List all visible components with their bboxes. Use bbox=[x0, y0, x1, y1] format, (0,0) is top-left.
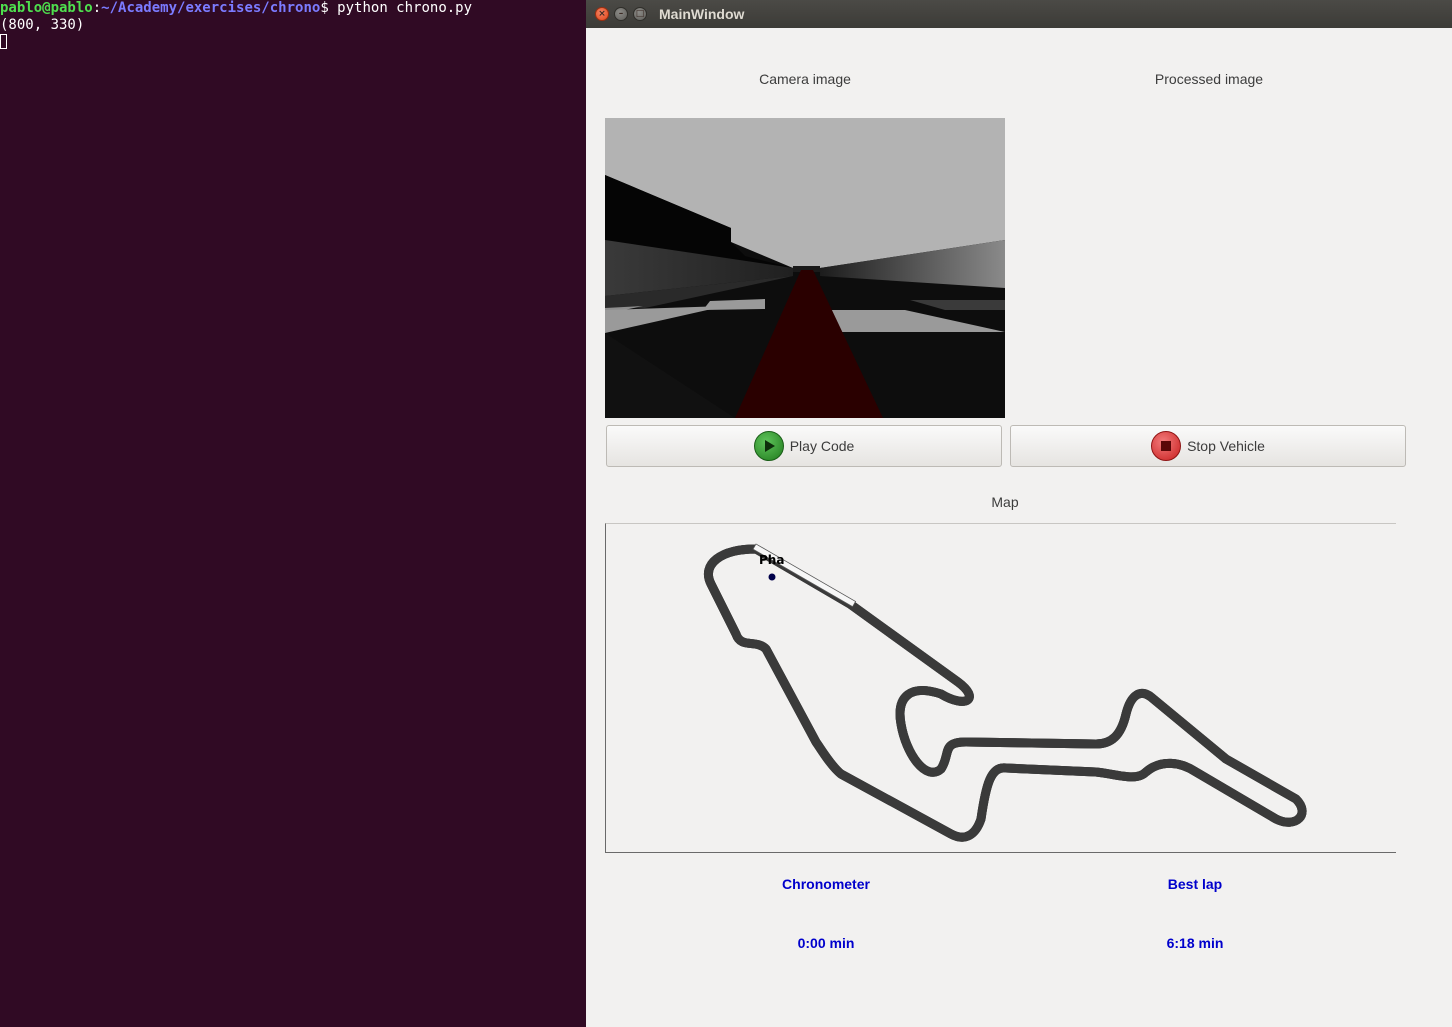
camera-view-graphic bbox=[605, 118, 1005, 418]
chronometer-value: 0:00 min bbox=[797, 935, 855, 951]
prompt-user: pablo@pablo bbox=[0, 0, 93, 16]
maximize-icon: □ bbox=[635, 9, 645, 19]
window-minimize-button[interactable]: – bbox=[614, 7, 628, 21]
processed-image-label: Processed image bbox=[1154, 71, 1264, 87]
terminal-command: python chrono.py bbox=[337, 0, 473, 16]
map-label: Map bbox=[991, 494, 1019, 510]
terminal-window[interactable]: pablo@pablo:~/Academy/exercises/chrono$ … bbox=[0, 0, 585, 1027]
minimize-icon: – bbox=[618, 9, 624, 19]
car-marker bbox=[768, 573, 776, 581]
car-label: Pha bbox=[759, 553, 784, 567]
best-lap-value: 6:18 min bbox=[1166, 935, 1224, 951]
prompt-end: $ bbox=[320, 0, 338, 16]
track-map: Pha bbox=[606, 543, 1397, 854]
terminal-command-line: pablo@pablo:~/Academy/exercises/chrono$ … bbox=[0, 0, 585, 17]
prompt-separator: : bbox=[92, 0, 102, 16]
camera-image-label: Camera image bbox=[759, 71, 851, 87]
chronometer-label: Chronometer bbox=[782, 876, 870, 892]
terminal-cursor-line bbox=[0, 34, 585, 51]
window-maximize-button[interactable]: □ bbox=[633, 7, 647, 21]
terminal-cursor bbox=[0, 34, 7, 49]
terminal-output: (800, 330) bbox=[0, 17, 85, 33]
stop-vehicle-button[interactable]: Stop Vehicle bbox=[1010, 425, 1406, 467]
window-title: MainWindow bbox=[659, 6, 745, 22]
main-window: × – □ MainWindow Camera image Processed … bbox=[586, 0, 1452, 1027]
map-panel: Pha bbox=[605, 523, 1396, 853]
stop-icon bbox=[1151, 431, 1182, 461]
camera-image bbox=[605, 118, 1005, 418]
play-code-label: Play Code bbox=[789, 438, 855, 454]
play-icon bbox=[753, 431, 784, 461]
window-titlebar[interactable]: × – □ MainWindow bbox=[586, 0, 1452, 28]
prompt-path: ~/Academy/exercises/chrono bbox=[101, 0, 321, 16]
best-lap-label: Best lap bbox=[1167, 876, 1223, 892]
play-code-button[interactable]: Play Code bbox=[606, 425, 1002, 467]
close-icon: × bbox=[598, 9, 606, 19]
window-close-button[interactable]: × bbox=[595, 7, 609, 21]
stop-vehicle-label: Stop Vehicle bbox=[1187, 438, 1265, 454]
